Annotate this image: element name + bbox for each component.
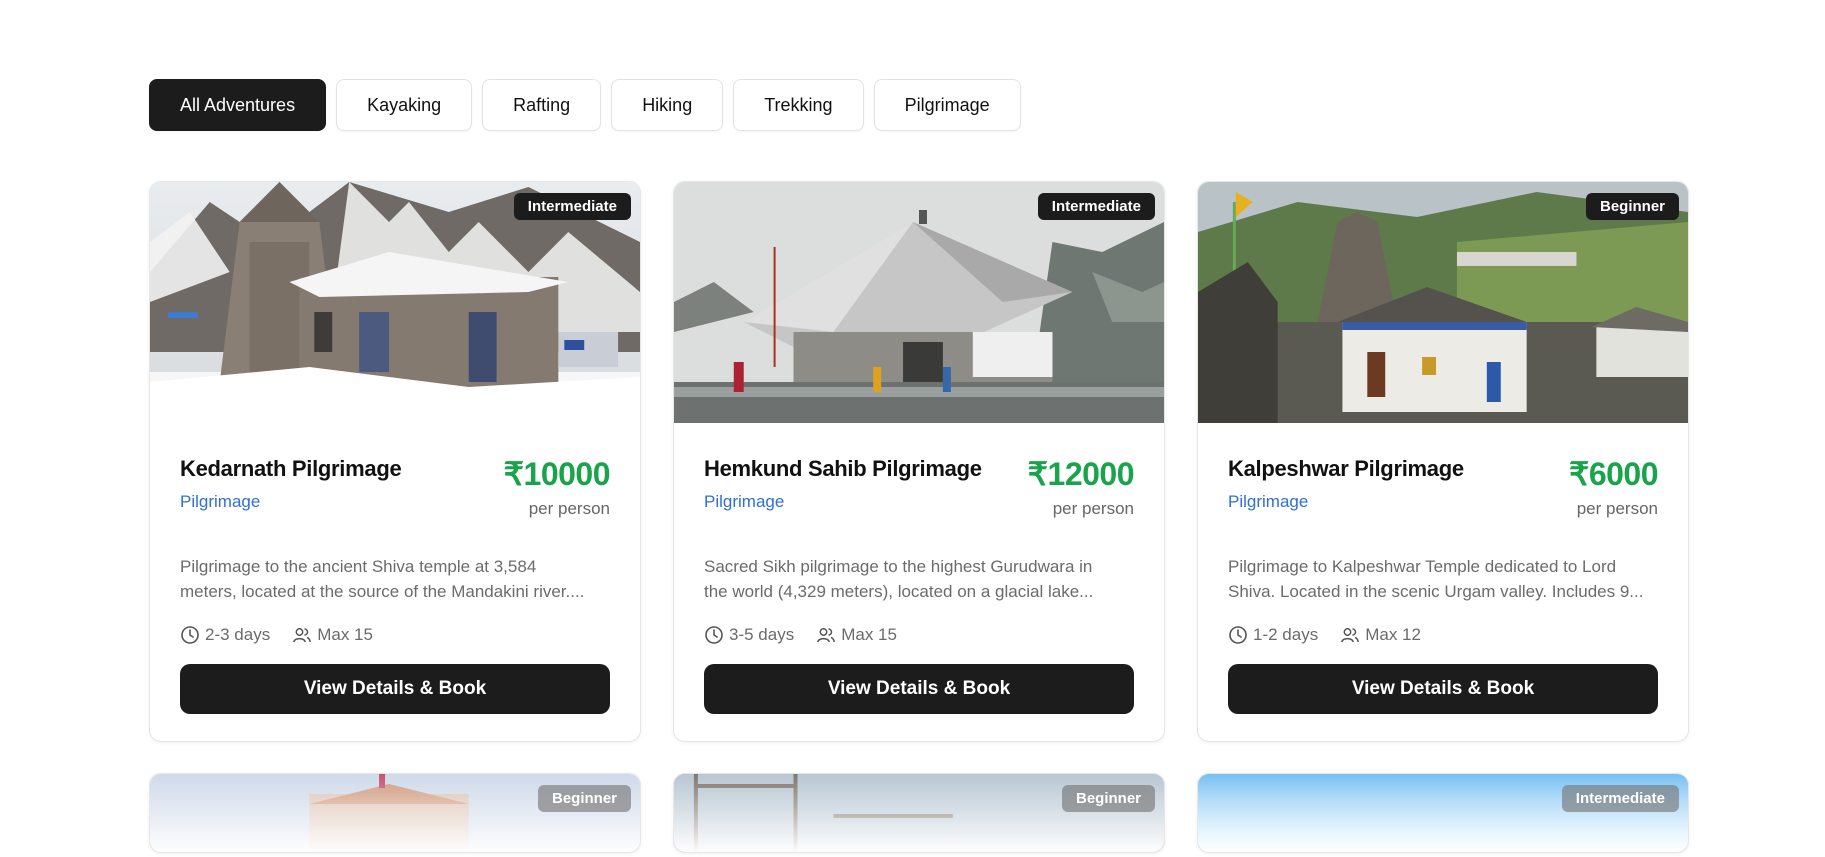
group-text: Max 15 [841, 625, 897, 644]
clock-icon [1229, 626, 1247, 644]
group-size: Max 15 [292, 625, 373, 645]
group-size: Max 12 [1340, 625, 1421, 645]
card-category: Pilgrimage [180, 492, 261, 511]
adventure-card-partial: Beginner [673, 773, 1165, 853]
card-category: Pilgrimage [1228, 492, 1309, 511]
description-line: Pilgrimage to Kalpeshwar Temple dedicate… [1228, 557, 1617, 576]
duration-text: 1-2 days [1253, 625, 1319, 644]
price-unit: per person [1052, 499, 1134, 518]
duration-text: 2-3 days [205, 625, 271, 644]
users-icon [293, 628, 312, 643]
card-image-kedarnath[interactable]: Intermediate [150, 182, 640, 423]
adventure-card-partial: Intermediate [1197, 773, 1689, 853]
duration: 3-5 days [704, 625, 794, 645]
filter-trekking[interactable]: Trekking [733, 79, 864, 131]
card-description: Pilgrimage to the ancient Shiva temple a… [180, 554, 610, 604]
view-details-book-button[interactable]: View Details & Book [180, 664, 610, 714]
adventure-card: Beginner Kalpeshwar Pilgrimage Pilgrimag… [1197, 181, 1689, 742]
filter-all-adventures[interactable]: All Adventures [149, 79, 327, 131]
group-text: Max 15 [317, 625, 373, 644]
filter-hiking[interactable]: Hiking [611, 79, 724, 131]
view-details-book-button[interactable]: View Details & Book [1228, 664, 1658, 714]
card-category: Pilgrimage [704, 492, 785, 511]
card-description: Sacred Sikh pilgrimage to the highest Gu… [704, 554, 1134, 604]
filter-kayaking[interactable]: Kayaking [336, 79, 473, 131]
card-image-kalpeshwar[interactable]: Beginner [1198, 182, 1688, 423]
price-value: ₹10000 [503, 456, 611, 492]
card-image-hemkund[interactable]: Intermediate [674, 182, 1164, 423]
card-image-partial[interactable]: Beginner [674, 774, 1164, 852]
description-line: the world (4,329 meters), located on a g… [704, 582, 1094, 601]
description-line: meters, located at the source of the Man… [180, 582, 585, 601]
group-text: Max 12 [1365, 625, 1421, 644]
price-unit: per person [1576, 499, 1658, 518]
description-line: Shiva. Located in the scenic Urgam valle… [1228, 582, 1644, 601]
card-description: Pilgrimage to Kalpeshwar Temple dedicate… [1228, 554, 1658, 604]
price-value: ₹12000 [1027, 456, 1135, 492]
card-title[interactable]: Kedarnath Pilgrimage [180, 456, 402, 482]
filter-rafting[interactable]: Rafting [482, 79, 602, 131]
adventure-card-partial: Beginner [149, 773, 641, 853]
difficulty-badge: Beginner [537, 785, 631, 812]
difficulty-badge: Intermediate [1561, 785, 1679, 812]
card-image-partial[interactable]: Beginner [150, 774, 640, 852]
price-unit: per person [528, 499, 610, 518]
difficulty-badge: Beginner [1585, 193, 1679, 220]
clock-icon [705, 626, 723, 644]
duration: 1-2 days [1228, 625, 1318, 645]
users-icon [1341, 628, 1360, 643]
card-title[interactable]: Kalpeshwar Pilgrimage [1228, 456, 1464, 482]
clock-icon [181, 626, 199, 644]
duration-text: 3-5 days [729, 625, 795, 644]
users-icon [817, 628, 836, 643]
card-title[interactable]: Hemkund Sahib Pilgrimage [704, 456, 982, 482]
difficulty-badge: Intermediate [1037, 193, 1155, 220]
card-image-partial[interactable]: Intermediate [1198, 774, 1688, 852]
group-size: Max 15 [816, 625, 897, 645]
adventure-card: Intermediate Hemkund Sahib Pilgrimage Pi… [673, 181, 1165, 742]
adventure-card: Intermediate Kedarnath Pilgrimage Pilgri… [149, 181, 641, 742]
difficulty-badge: Intermediate [513, 193, 631, 220]
difficulty-badge: Beginner [1061, 785, 1155, 812]
description-line: Pilgrimage to the ancient Shiva temple a… [180, 557, 537, 576]
filter-pilgrimage[interactable]: Pilgrimage [873, 79, 1021, 131]
view-details-book-button[interactable]: View Details & Book [704, 664, 1134, 714]
price-value: ₹6000 [1568, 456, 1659, 492]
duration: 2-3 days [180, 625, 270, 645]
description-line: Sacred Sikh pilgrimage to the highest Gu… [704, 557, 1093, 576]
filter-bar: All Adventures Kayaking Rafting Hiking T… [149, 79, 1021, 131]
